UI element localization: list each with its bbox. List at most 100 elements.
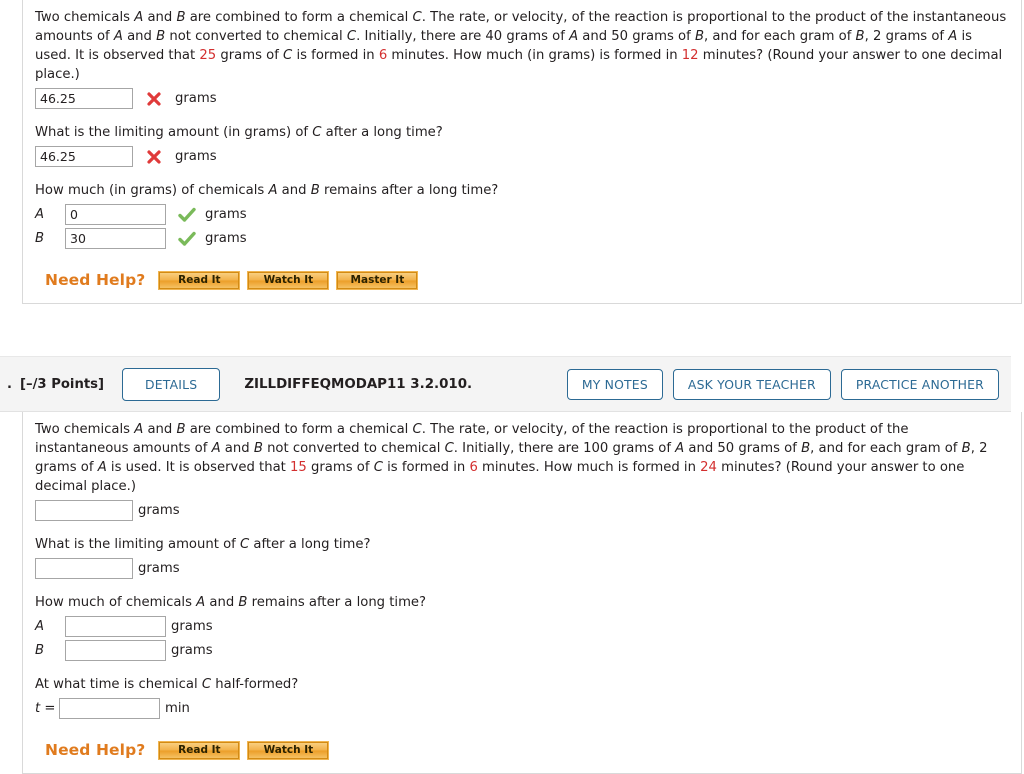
answer-input-bottom-2[interactable] bbox=[35, 558, 133, 579]
answer-label-b: B bbox=[35, 231, 45, 246]
math-variable: B bbox=[238, 595, 248, 610]
answer-units-a: grams bbox=[171, 619, 213, 634]
status-icon-incorrect bbox=[141, 149, 167, 165]
prompt-top-3: How much (in grams) of chemicals A and B… bbox=[35, 183, 499, 198]
points-indicator: [–/3 Points] bbox=[20, 376, 105, 392]
answer-row-top-b: B grams bbox=[35, 228, 1009, 249]
status-icon-correct bbox=[174, 231, 200, 247]
watch-it-button[interactable]: Watch It bbox=[247, 740, 330, 760]
math-variable: C bbox=[312, 125, 322, 140]
answer-row-top-2: grams bbox=[35, 146, 1009, 167]
answer-row-bottom-1: grams bbox=[35, 500, 1009, 521]
question-number: . bbox=[7, 376, 12, 392]
need-help-row-bottom: Need Help? Read It Watch It bbox=[35, 740, 1009, 760]
highlighted-number: 6 bbox=[469, 460, 478, 475]
highlighted-number: 24 bbox=[700, 460, 717, 475]
answer-units-bottom-2: grams bbox=[138, 561, 180, 576]
answer-units-a: grams bbox=[205, 207, 247, 222]
need-help-row-top: Need Help? Read It Watch It Master It bbox=[35, 270, 1009, 290]
answer-units-top-1: grams bbox=[175, 91, 217, 106]
prompt-top-2: What is the limiting amount (in grams) o… bbox=[35, 125, 443, 140]
math-variable: C bbox=[346, 29, 357, 44]
math-variable: C bbox=[239, 537, 250, 552]
answer-row-bottom-a: A grams bbox=[35, 616, 1009, 637]
need-help-label: Need Help? bbox=[45, 271, 146, 289]
question-top-body: Two chemicals A and B are combined to fo… bbox=[23, 0, 1021, 303]
highlighted-number: 6 bbox=[378, 48, 388, 63]
answer-row-bottom-t: t = min bbox=[35, 698, 1009, 719]
math-variable: B bbox=[801, 441, 811, 456]
math-variable: A bbox=[268, 183, 278, 198]
math-variable: B bbox=[694, 29, 705, 44]
math-variable: A bbox=[134, 10, 144, 25]
answer-input-b[interactable] bbox=[65, 228, 166, 249]
header-button-group: MY NOTES ASK YOUR TEACHER PRACTICE ANOTH… bbox=[566, 368, 1011, 400]
status-icon-correct bbox=[174, 207, 200, 223]
need-help-label: Need Help? bbox=[45, 741, 146, 759]
math-variable: B bbox=[176, 422, 186, 437]
answer-label-t: t = bbox=[35, 701, 56, 716]
math-variable: C bbox=[283, 48, 293, 63]
answer-units-bottom-1: grams bbox=[138, 503, 180, 518]
answer-label-a: A bbox=[35, 619, 45, 634]
math-variable: B bbox=[176, 10, 186, 25]
answer-units-top-2: grams bbox=[175, 149, 217, 164]
highlighted-number: 25 bbox=[199, 48, 217, 63]
answer-units-t: min bbox=[165, 701, 190, 716]
answer-units-b: grams bbox=[171, 643, 213, 658]
math-variable: A bbox=[113, 29, 123, 44]
answer-units-b: grams bbox=[205, 231, 247, 246]
watch-it-button[interactable]: Watch It bbox=[247, 270, 330, 290]
question-card-bottom: Two chemicals A and B are combined to fo… bbox=[22, 412, 1022, 774]
answer-input-top-1[interactable] bbox=[35, 88, 133, 109]
question-bottom-body: Two chemicals A and B are combined to fo… bbox=[23, 412, 1021, 773]
answer-row-top-a: A grams bbox=[35, 204, 1009, 225]
answer-input-top-2[interactable] bbox=[35, 146, 133, 167]
answer-input-t[interactable] bbox=[59, 698, 160, 719]
prompt-bottom-4: At what time is chemical C half-formed? bbox=[35, 677, 299, 692]
master-it-button[interactable]: Master It bbox=[336, 270, 419, 290]
math-variable: A bbox=[675, 441, 685, 456]
answer-row-top-1: grams bbox=[35, 88, 1009, 109]
math-variable: C bbox=[412, 422, 422, 437]
math-variable: A bbox=[196, 595, 206, 610]
question-code: ZILLDIFFEQMODAP11 3.2.010. bbox=[244, 376, 473, 392]
answer-row-bottom-b: B grams bbox=[35, 640, 1009, 661]
answer-input-b[interactable] bbox=[65, 640, 166, 661]
highlighted-number: 15 bbox=[290, 460, 307, 475]
question-card-top: Two chemicals A and B are combined to fo… bbox=[22, 0, 1022, 304]
math-variable: A bbox=[211, 441, 221, 456]
math-variable: A bbox=[97, 460, 107, 475]
prompt-bottom-2: What is the limiting amount of C after a… bbox=[35, 537, 371, 552]
math-variable: B bbox=[156, 29, 166, 44]
prompt-bottom-3: How much of chemicals A and B remains af… bbox=[35, 595, 427, 610]
math-variable: A bbox=[134, 422, 144, 437]
answer-row-bottom-2: grams bbox=[35, 558, 1009, 579]
my-notes-button[interactable]: MY NOTES bbox=[566, 368, 663, 400]
answer-input-a[interactable] bbox=[65, 204, 166, 225]
math-variable: B bbox=[310, 183, 320, 198]
answer-input-a[interactable] bbox=[65, 616, 166, 637]
math-variable: C bbox=[373, 460, 383, 475]
math-variable: B bbox=[253, 441, 263, 456]
answer-input-bottom-1[interactable] bbox=[35, 500, 133, 521]
practice-another-button[interactable]: PRACTICE ANOTHER bbox=[840, 368, 999, 400]
question-header-bar: . [–/3 Points] DETAILS ZILLDIFFEQMODAP11… bbox=[0, 356, 1011, 412]
math-variable: A bbox=[569, 29, 579, 44]
math-variable: C bbox=[201, 677, 212, 692]
math-variable: B bbox=[855, 29, 865, 44]
status-icon-incorrect bbox=[141, 91, 167, 107]
math-variable: C bbox=[412, 10, 422, 25]
problem-statement-top: Two chemicals A and B are combined to fo… bbox=[35, 10, 1007, 82]
ask-your-teacher-button[interactable]: ASK YOUR TEACHER bbox=[672, 368, 831, 400]
math-variable: C bbox=[444, 441, 454, 456]
problem-statement-bottom: Two chemicals A and B are combined to fo… bbox=[35, 422, 988, 494]
math-variable: B bbox=[961, 441, 971, 456]
answer-label-a: A bbox=[35, 207, 45, 222]
highlighted-number: 12 bbox=[681, 48, 699, 63]
math-variable: A bbox=[948, 29, 958, 44]
read-it-button[interactable]: Read It bbox=[158, 270, 241, 290]
read-it-button[interactable]: Read It bbox=[158, 740, 241, 760]
details-button[interactable]: DETAILS bbox=[122, 367, 221, 401]
